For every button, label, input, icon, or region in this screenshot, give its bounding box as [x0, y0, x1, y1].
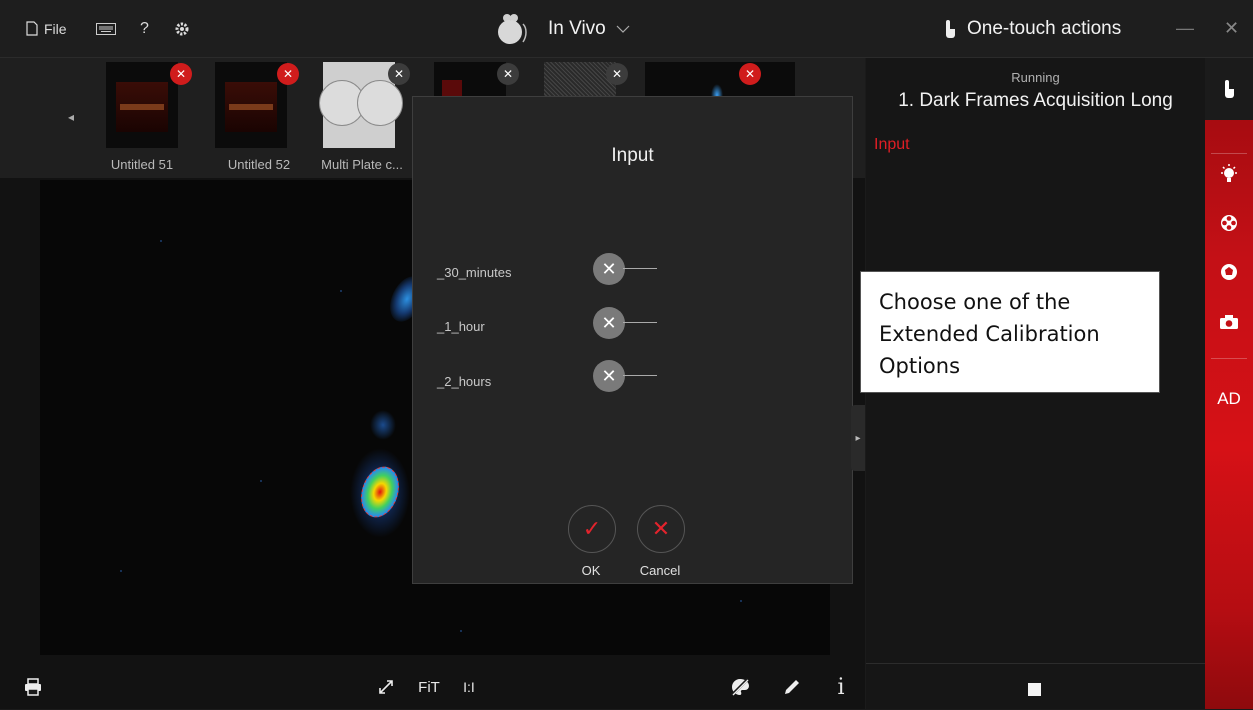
- panel-collapse-tab[interactable]: ▸: [851, 405, 865, 471]
- file-icon: [26, 21, 38, 36]
- fit-button[interactable]: FiT: [414, 665, 444, 709]
- draw-button[interactable]: [781, 665, 803, 709]
- remove-thumbnail-button[interactable]: ✕: [497, 63, 519, 85]
- ok-button[interactable]: ✓: [568, 505, 616, 553]
- remove-thumbnail-button[interactable]: ✕: [606, 63, 628, 85]
- panel-section-label: Input: [874, 136, 910, 153]
- printer-icon: [25, 678, 41, 696]
- check-icon: ✓: [582, 516, 602, 541]
- cancel-button[interactable]: ✕: [637, 505, 685, 553]
- dialog-title: Input: [611, 145, 654, 166]
- palette-button[interactable]: [727, 665, 753, 709]
- option-label-2-hours: _2_hours: [437, 374, 492, 389]
- toggle-1-hour[interactable]: ✕: [593, 307, 657, 339]
- file-label: File: [44, 20, 67, 37]
- pencil-icon: [785, 680, 799, 694]
- expand-button[interactable]: [375, 665, 397, 709]
- action-name: 1. Dark Frames Acquisition Long: [898, 90, 1173, 111]
- print-button[interactable]: [22, 665, 44, 709]
- remove-thumbnail-button[interactable]: ✕: [739, 63, 761, 85]
- run-status: Running: [1011, 70, 1060, 85]
- chevron-down-icon: [616, 25, 630, 33]
- illumination-button[interactable]: [1205, 162, 1253, 186]
- one-to-one-button[interactable]: I:I: [456, 665, 482, 709]
- aperture-button[interactable]: [1205, 260, 1253, 284]
- toggle-30-minutes[interactable]: ✕: [593, 253, 657, 285]
- remove-thumbnail-button[interactable]: ✕: [388, 63, 410, 85]
- mouse-logo: [493, 0, 529, 57]
- option-label-1-hour: _1_hour: [437, 319, 485, 334]
- mode-selector[interactable]: In Vivo: [548, 0, 630, 57]
- camera-button[interactable]: [1205, 310, 1253, 334]
- keyboard-button[interactable]: [96, 0, 116, 57]
- settings-button[interactable]: [174, 0, 190, 57]
- thumbnail-label: Multi Plate c...: [321, 157, 403, 172]
- input-dialog: Input _30_minutes ✕ _1_hour ✕ _2_hours ✕…: [412, 96, 853, 584]
- close-icon: ✕: [593, 253, 625, 285]
- minimize-button[interactable]: —: [1176, 0, 1194, 57]
- lightbulb-icon: [1221, 164, 1237, 182]
- camera-icon: [1220, 315, 1238, 329]
- close-icon: ✕: [593, 307, 625, 339]
- strip-scroll-left-icon[interactable]: ◂: [68, 110, 74, 124]
- one-touch-tab[interactable]: [1205, 58, 1253, 120]
- info-button[interactable]: i: [830, 665, 852, 709]
- filter-wheel-icon: [1221, 215, 1237, 231]
- toggle-2-hours[interactable]: ✕: [593, 360, 657, 392]
- option-label-30-minutes: _30_minutes: [437, 265, 512, 280]
- sidebar-divider: [1211, 358, 1247, 359]
- mouse-logo-icon: [498, 13, 527, 44]
- cancel-label: Cancel: [639, 563, 681, 578]
- remove-thumbnail-button[interactable]: ✕: [277, 63, 299, 85]
- sidebar-divider: [1211, 153, 1247, 154]
- toggle-track: [623, 268, 657, 269]
- toggle-track: [623, 322, 657, 323]
- panel-footer: [866, 663, 1205, 710]
- remove-thumbnail-button[interactable]: ✕: [170, 63, 192, 85]
- touch-icon: [1225, 80, 1234, 98]
- stop-icon[interactable]: [1028, 683, 1041, 696]
- help-button[interactable]: ?: [140, 0, 149, 57]
- thumbnail-image[interactable]: [319, 62, 403, 148]
- expand-icon: [379, 680, 393, 694]
- touch-icon: [946, 19, 955, 38]
- title-bar: File ? In Vivo One-touch actions — ✕: [0, 0, 1253, 58]
- filter-wheel-button[interactable]: [1205, 211, 1253, 235]
- close-window-button[interactable]: ✕: [1224, 0, 1239, 57]
- file-menu-button[interactable]: File: [26, 0, 67, 57]
- aperture-icon: [1221, 264, 1237, 280]
- mode-label: In Vivo: [548, 17, 606, 39]
- palette-off-icon: [730, 678, 750, 696]
- ad-button[interactable]: AD: [1205, 389, 1253, 409]
- image-toolbar: FiT I:I i: [0, 665, 865, 709]
- cancel-icon: ✕: [651, 516, 671, 541]
- close-icon: ✕: [593, 360, 625, 392]
- tool-sidebar: AD: [1205, 58, 1253, 709]
- instruction-callout: Choose one of the Extended Calibration O…: [860, 271, 1160, 393]
- toggle-track: [623, 375, 657, 376]
- thumbnail-label: Untitled 51: [110, 157, 174, 172]
- keyboard-icon: [96, 22, 116, 35]
- one-touch-actions-header: One-touch actions: [943, 0, 1121, 57]
- gear-icon: [175, 22, 189, 35]
- one-touch-actions-title: One-touch actions: [967, 17, 1122, 39]
- thumbnail-label: Untitled 52: [227, 157, 291, 172]
- ok-label: OK: [581, 563, 601, 578]
- thumbnail-image[interactable]: [106, 62, 178, 148]
